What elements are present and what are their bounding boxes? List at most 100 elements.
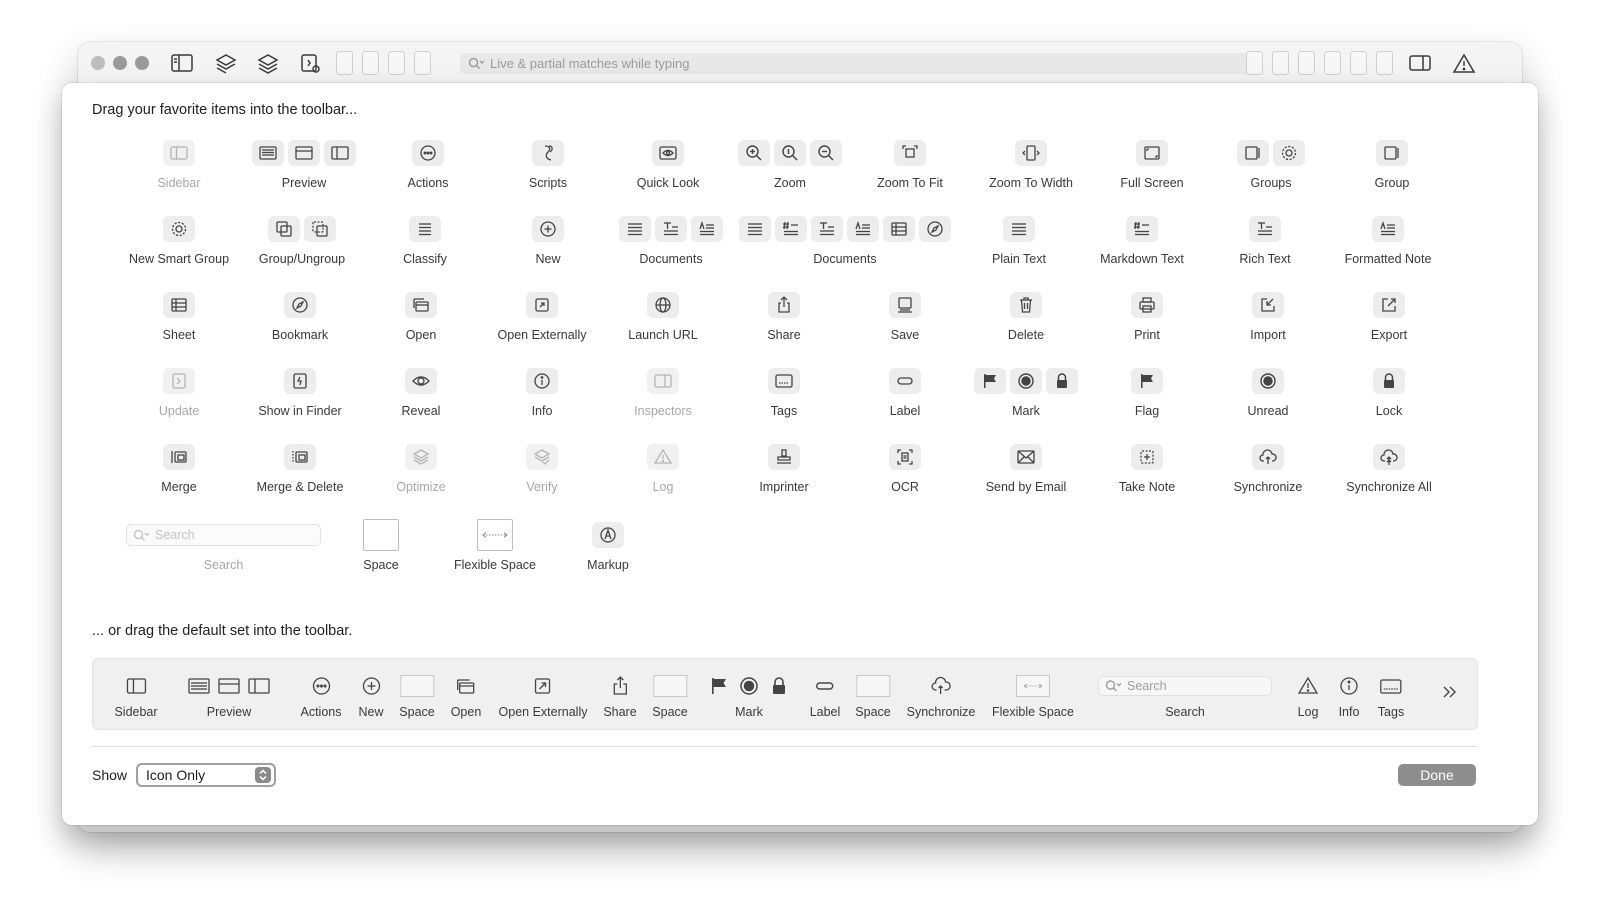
- item-group[interactable]: Group: [1327, 139, 1457, 190]
- toolbar-slot[interactable]: [414, 51, 431, 75]
- toolbar-slot[interactable]: [336, 51, 353, 75]
- item-new[interactable]: New: [483, 215, 613, 266]
- item-import[interactable]: Import: [1203, 291, 1333, 342]
- stack-icon[interactable]: [256, 52, 280, 74]
- finder-icon[interactable]: [298, 52, 322, 74]
- item-sidebar[interactable]: Sidebar: [114, 139, 244, 190]
- default-preview[interactable]: Preview: [188, 673, 270, 719]
- item-space[interactable]: Space: [316, 519, 446, 572]
- item-zoom-to-fit[interactable]: Zoom To Fit: [845, 139, 975, 190]
- default-space-2[interactable]: Space: [652, 673, 688, 719]
- item-bookmark[interactable]: Bookmark: [235, 291, 365, 342]
- item-group-ungroup[interactable]: Group/Ungroup: [237, 215, 367, 266]
- item-take-note[interactable]: Take Note: [1082, 443, 1212, 494]
- inspector-icon[interactable]: [1408, 52, 1432, 74]
- default-log[interactable]: Log: [1297, 673, 1319, 719]
- default-synchronize[interactable]: Synchronize: [907, 673, 975, 719]
- item-preview[interactable]: Preview: [239, 139, 369, 190]
- item-flexible-space[interactable]: Flexible Space: [430, 519, 560, 572]
- item-info[interactable]: Info: [477, 367, 607, 418]
- default-new[interactable]: New: [358, 673, 384, 719]
- item-tags[interactable]: Tags: [719, 367, 849, 418]
- item-sheet[interactable]: Sheet: [114, 291, 244, 342]
- item-save[interactable]: Save: [840, 291, 970, 342]
- item-actions[interactable]: Actions: [363, 139, 493, 190]
- toolbar-slot[interactable]: [1350, 51, 1367, 75]
- item-open-externally[interactable]: Open Externally: [477, 291, 607, 342]
- warning-icon[interactable]: [1452, 52, 1476, 74]
- default-share[interactable]: Share: [603, 673, 637, 719]
- item-zoom[interactable]: Zoom: [725, 139, 855, 190]
- done-button[interactable]: Done: [1398, 764, 1476, 786]
- item-zoom-to-width[interactable]: Zoom To Width: [966, 139, 1096, 190]
- toolbar-slot[interactable]: [1272, 51, 1289, 75]
- item-flag[interactable]: Flag: [1082, 367, 1212, 418]
- item-classify[interactable]: Classify: [360, 215, 490, 266]
- sidebar-icon[interactable]: [170, 52, 194, 74]
- item-plain-text[interactable]: Plain Text: [954, 215, 1084, 266]
- item-lock[interactable]: Lock: [1324, 367, 1454, 418]
- item-new-smart-group[interactable]: New Smart Group: [114, 215, 244, 266]
- item-share[interactable]: Share: [719, 291, 849, 342]
- default-tags[interactable]: Tags: [1378, 673, 1404, 719]
- show-mode-popup[interactable]: Icon Only: [136, 763, 276, 787]
- item-documents[interactable]: Documents: [606, 215, 736, 266]
- toolbar-slot[interactable]: [1298, 51, 1315, 75]
- item-documents-extended[interactable]: Documents: [739, 215, 951, 266]
- default-open-externally[interactable]: Open Externally: [499, 673, 587, 719]
- toolbar-slot[interactable]: [1246, 51, 1263, 75]
- item-synchronize[interactable]: Synchronize: [1203, 443, 1333, 494]
- layers-icon[interactable]: [214, 52, 238, 74]
- item-send-by-email[interactable]: Send by Email: [961, 443, 1091, 494]
- item-merge-delete[interactable]: Merge & Delete: [235, 443, 365, 494]
- item-launch-url[interactable]: Launch URL: [598, 291, 728, 342]
- default-flexible-space[interactable]: Flexible Space: [992, 673, 1074, 719]
- item-merge[interactable]: Merge: [114, 443, 244, 494]
- item-full-screen[interactable]: Full Screen: [1087, 139, 1217, 190]
- default-open[interactable]: Open: [451, 673, 481, 719]
- close-window-button[interactable]: [91, 56, 105, 70]
- zoom-window-button[interactable]: [135, 56, 149, 70]
- item-open[interactable]: Open: [356, 291, 486, 342]
- overflow-chevron-icon[interactable]: [1439, 679, 1461, 705]
- item-optimize[interactable]: Optimize: [356, 443, 486, 494]
- item-delete[interactable]: Delete: [961, 291, 1091, 342]
- default-mark[interactable]: Mark: [708, 673, 790, 719]
- default-search[interactable]: Search Search: [1098, 673, 1272, 719]
- default-toolbar-set[interactable]: Sidebar Preview Actions New Space Open O…: [92, 658, 1478, 730]
- minimize-window-button[interactable]: [113, 56, 127, 70]
- item-groups[interactable]: Groups: [1206, 139, 1336, 190]
- item-mark[interactable]: Mark: [961, 367, 1091, 418]
- item-show-in-finder[interactable]: Show in Finder: [235, 367, 365, 418]
- toolbar-slot[interactable]: [1376, 51, 1393, 75]
- default-info[interactable]: Info: [1338, 673, 1360, 719]
- default-actions[interactable]: Actions: [301, 673, 342, 719]
- item-ocr[interactable]: OCR: [840, 443, 970, 494]
- default-sidebar[interactable]: Sidebar: [114, 673, 158, 719]
- default-space-3[interactable]: Space: [855, 673, 891, 719]
- default-label[interactable]: Label: [810, 673, 840, 719]
- item-export[interactable]: Export: [1324, 291, 1454, 342]
- toolbar-slot[interactable]: [1324, 51, 1341, 75]
- item-search[interactable]: Search Search: [126, 521, 321, 572]
- item-formatted-note[interactable]: Formatted Note: [1323, 215, 1453, 266]
- item-inspectors[interactable]: Inspectors: [598, 367, 728, 418]
- item-label[interactable]: Label: [840, 367, 970, 418]
- item-update[interactable]: Update: [114, 367, 244, 418]
- toolbar-slot[interactable]: [362, 51, 379, 75]
- item-print[interactable]: Print: [1082, 291, 1212, 342]
- item-unread[interactable]: Unread: [1203, 367, 1333, 418]
- item-rich-text[interactable]: Rich Text: [1200, 215, 1330, 266]
- toolbar-search-field[interactable]: Live & partial matches while typing: [460, 53, 1258, 74]
- item-reveal[interactable]: Reveal: [356, 367, 486, 418]
- item-markdown-text[interactable]: Markdown Text: [1077, 215, 1207, 266]
- item-imprinter[interactable]: Imprinter: [719, 443, 849, 494]
- item-synchronize-all[interactable]: Synchronize All: [1324, 443, 1454, 494]
- item-markup[interactable]: Markup: [543, 521, 673, 572]
- item-verify[interactable]: Verify: [477, 443, 607, 494]
- toolbar-slot[interactable]: [388, 51, 405, 75]
- default-space[interactable]: Space: [399, 673, 435, 719]
- item-log[interactable]: Log: [598, 443, 728, 494]
- item-scripts[interactable]: Scripts: [483, 139, 613, 190]
- item-quick-look[interactable]: Quick Look: [603, 139, 733, 190]
